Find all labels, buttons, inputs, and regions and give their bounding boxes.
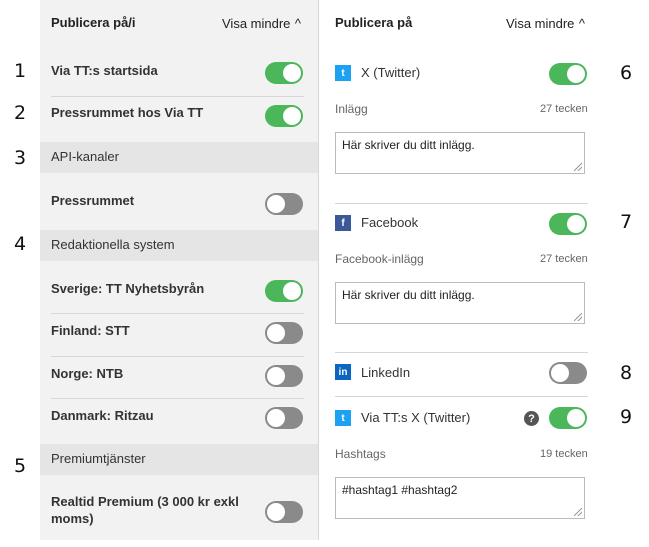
pressroom-toggle[interactable] <box>265 193 303 215</box>
callout-number: 8 <box>620 362 633 384</box>
via-tt-startpage-toggle[interactable] <box>265 62 303 84</box>
hashtags-char-count: 19 tecken <box>540 448 588 460</box>
finland-stt-toggle[interactable] <box>265 322 303 344</box>
editorial-systems-heading: Redaktionella system <box>51 237 175 252</box>
facebook-char-count: 27 tecken <box>540 253 588 265</box>
sweden-tt-label: Sverige: TT Nyhetsbyrån <box>51 281 205 296</box>
right-show-less-link[interactable]: Visa mindre ^ <box>506 15 585 33</box>
facebook-post-field-label: Facebook-inlägg <box>335 252 424 266</box>
resize-handle-icon[interactable] <box>574 313 582 321</box>
callout-number: 9 <box>620 406 633 428</box>
show-less-label: Visa mindre <box>222 16 291 31</box>
via-tt-twitter-toggle[interactable] <box>549 407 587 429</box>
twitter-icon: t <box>335 65 351 81</box>
pressroom-via-tt-toggle[interactable] <box>265 105 303 127</box>
premium-services-heading: Premiumtjänster <box>51 451 146 466</box>
facebook-icon: f <box>335 215 351 231</box>
twitter-icon: t <box>335 410 351 426</box>
callout-number: 6 <box>620 62 633 84</box>
row-divider <box>335 352 588 353</box>
resize-handle-icon[interactable] <box>574 508 582 516</box>
twitter-post-textarea[interactable]: Här skriver du ditt inlägg. <box>335 132 585 174</box>
callout-number: 5 <box>14 455 27 477</box>
hashtags-field-label: Hashtags <box>335 447 386 461</box>
twitter-post-text: Här skriver du ditt inlägg. <box>342 138 475 152</box>
callout-number: 3 <box>14 147 27 169</box>
panel-divider <box>318 0 319 540</box>
row-divider <box>51 356 304 357</box>
linkedin-toggle[interactable] <box>549 362 587 384</box>
twitter-toggle[interactable] <box>549 63 587 85</box>
facebook-label: Facebook <box>361 215 419 230</box>
denmark-ritzau-toggle[interactable] <box>265 407 303 429</box>
sweden-tt-toggle[interactable] <box>265 280 303 302</box>
chevron-up-icon: ^ <box>578 16 585 31</box>
resize-handle-icon[interactable] <box>574 163 582 171</box>
norway-ntb-label: Norge: NTB <box>51 366 124 381</box>
row-divider <box>335 203 588 204</box>
callout-number: 1 <box>14 60 27 82</box>
facebook-toggle[interactable] <box>549 213 587 235</box>
help-icon[interactable]: ? <box>524 411 539 426</box>
realtime-premium-label-line2: moms) <box>51 511 94 526</box>
row-divider <box>335 396 588 397</box>
hashtags-text: #hashtag1 #hashtag2 <box>342 483 458 497</box>
linkedin-icon: in <box>335 364 351 380</box>
post-char-count: 27 tecken <box>540 103 588 115</box>
realtime-premium-label-line1: Realtid Premium (3 000 kr exkl <box>51 494 239 509</box>
api-channels-heading: API-kanaler <box>51 149 119 164</box>
pressroom-label: Pressrummet <box>51 193 135 208</box>
row-divider <box>51 96 304 97</box>
linkedin-label: LinkedIn <box>361 365 411 380</box>
facebook-post-text: Här skriver du ditt inlägg. <box>342 288 475 302</box>
realtime-premium-toggle[interactable] <box>265 501 303 523</box>
left-show-less-link[interactable]: Visa mindre ^ <box>222 15 301 33</box>
post-field-label: Inlägg <box>335 102 368 116</box>
callout-number: 4 <box>14 233 27 255</box>
denmark-ritzau-label: Danmark: Ritzau <box>51 408 154 423</box>
row-divider <box>51 398 304 399</box>
twitter-label: X (Twitter) <box>361 65 421 80</box>
via-tt-startpage-label: Via TT:s startsida <box>51 63 158 78</box>
show-less-label: Visa mindre <box>506 16 575 31</box>
facebook-post-textarea[interactable]: Här skriver du ditt inlägg. <box>335 282 585 324</box>
via-tt-twitter-label: Via TT:s X (Twitter) <box>361 410 471 425</box>
pressroom-via-tt-label: Pressrummet hos Via TT <box>51 105 204 120</box>
hashtags-textarea[interactable]: #hashtag1 #hashtag2 <box>335 477 585 519</box>
chevron-up-icon: ^ <box>294 16 301 31</box>
right-panel-title: Publicera på <box>335 15 413 30</box>
callout-number: 7 <box>620 211 633 233</box>
finland-stt-label: Finland: STT <box>51 323 130 338</box>
callout-number: 2 <box>14 102 27 124</box>
row-divider <box>51 313 304 314</box>
left-panel-title: Publicera på/i <box>51 15 136 30</box>
norway-ntb-toggle[interactable] <box>265 365 303 387</box>
